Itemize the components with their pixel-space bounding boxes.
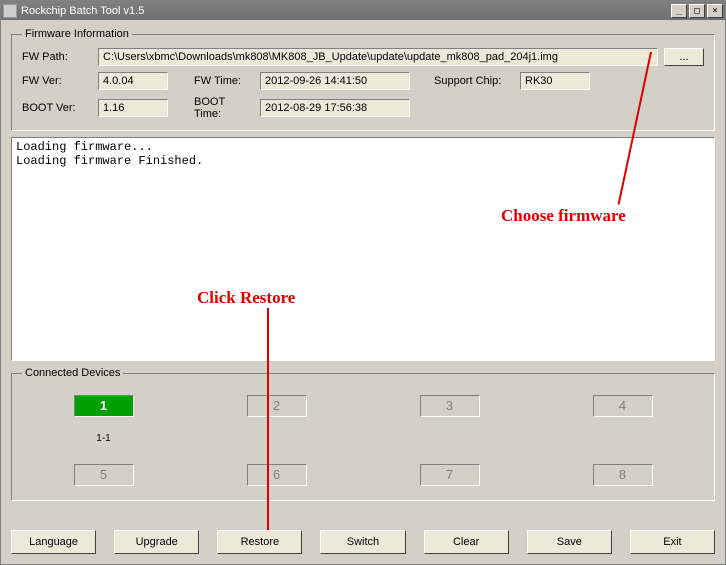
save-button[interactable]: Save <box>527 530 612 554</box>
boot-ver-field: 1.16 <box>98 99 168 117</box>
device-slot-4[interactable]: 4 <box>593 395 653 417</box>
device-slot-3[interactable]: 3 <box>420 395 480 417</box>
device-slot-5[interactable]: 5 <box>74 464 134 486</box>
window-title: Rockchip Batch Tool v1.5 <box>21 5 144 17</box>
browse-button[interactable]: ... <box>664 48 704 66</box>
boot-time-field: 2012-08-29 17:56:38 <box>260 99 410 117</box>
connected-devices-group: Connected Devices 1 1-1 2 3 4 5 6 7 8 <box>11 367 715 501</box>
device-slot-2[interactable]: 2 <box>247 395 307 417</box>
log-area: Loading firmware... Loading firmware Fin… <box>11 137 715 361</box>
fw-path-field[interactable]: C:\Users\xbmc\Downloads\mk808\MK808_JB_U… <box>98 48 658 66</box>
boot-time-label: BOOT Time: <box>194 96 254 120</box>
restore-button[interactable]: Restore <box>217 530 302 554</box>
device-slot-7[interactable]: 7 <box>420 464 480 486</box>
exit-button[interactable]: Exit <box>630 530 715 554</box>
maximize-button[interactable]: □ <box>689 4 705 18</box>
device-slot-1[interactable]: 1 <box>74 395 134 417</box>
support-chip-field: RK30 <box>520 72 590 90</box>
device-slot-8[interactable]: 8 <box>593 464 653 486</box>
boot-ver-label: BOOT Ver: <box>22 102 92 114</box>
app-window: Rockchip Batch Tool v1.5 _ □ × Firmware … <box>0 0 726 565</box>
client-area: Firmware Information FW Path: C:\Users\x… <box>1 20 725 564</box>
connected-devices-legend: Connected Devices <box>22 367 123 379</box>
app-icon <box>3 4 17 18</box>
language-button[interactable]: Language <box>11 530 96 554</box>
upgrade-button[interactable]: Upgrade <box>114 530 199 554</box>
titlebar[interactable]: Rockchip Batch Tool v1.5 _ □ × <box>1 1 725 20</box>
fw-ver-label: FW Ver: <box>22 75 92 87</box>
minimize-button[interactable]: _ <box>671 4 687 18</box>
clear-button[interactable]: Clear <box>424 530 509 554</box>
support-chip-label: Support Chip: <box>434 75 514 87</box>
close-button[interactable]: × <box>707 4 723 18</box>
device-slot-1-label: 1-1 <box>52 433 155 444</box>
fw-time-field: 2012-09-26 14:41:50 <box>260 72 410 90</box>
fw-path-label: FW Path: <box>22 51 92 63</box>
firmware-info-group: Firmware Information FW Path: C:\Users\x… <box>11 28 715 131</box>
fw-time-label: FW Time: <box>194 75 254 87</box>
firmware-info-legend: Firmware Information <box>22 28 132 40</box>
bottom-toolbar: Language Upgrade Restore Switch Clear Sa… <box>11 530 715 554</box>
switch-button[interactable]: Switch <box>320 530 405 554</box>
device-slot-6[interactable]: 6 <box>247 464 307 486</box>
fw-ver-field: 4.0.04 <box>98 72 168 90</box>
